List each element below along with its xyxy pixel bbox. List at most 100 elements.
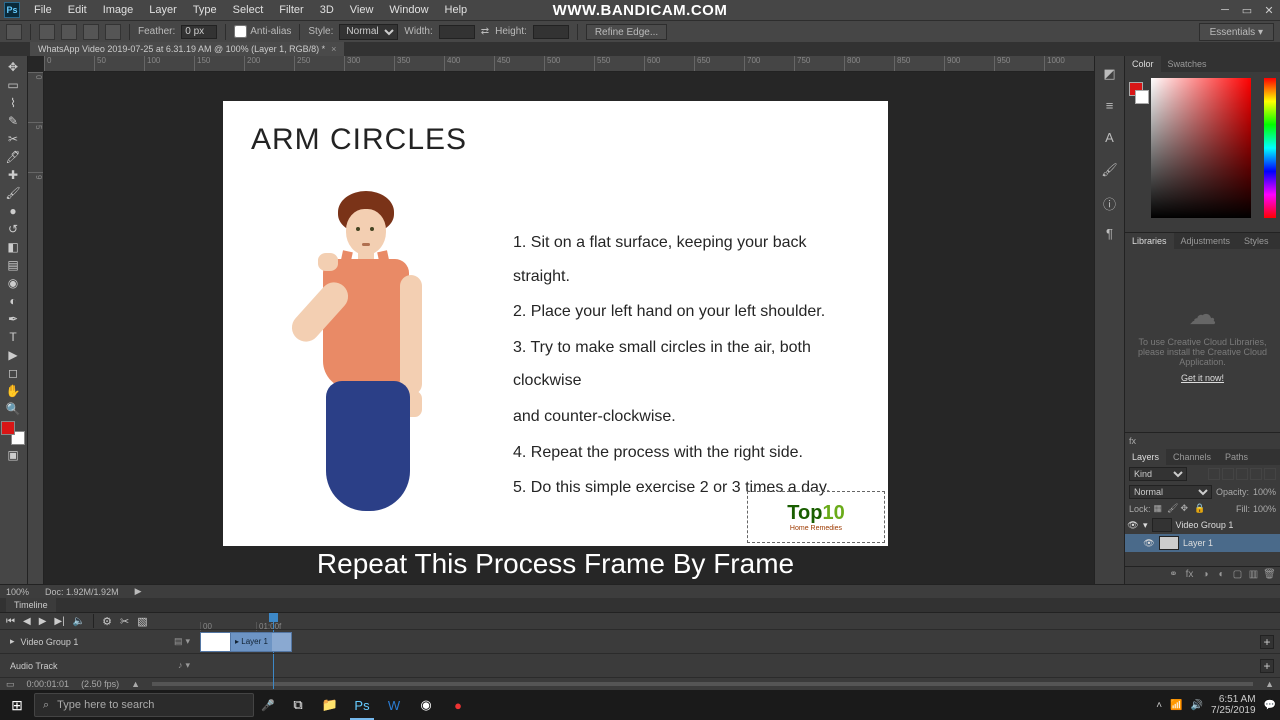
selection-intersect-icon[interactable]	[105, 24, 121, 40]
menu-layer[interactable]: Layer	[141, 4, 185, 16]
track-film-icon[interactable]: ▤	[174, 636, 183, 647]
status-expand-icon[interactable]: ▶	[135, 586, 142, 597]
menu-type[interactable]: Type	[185, 4, 225, 16]
foreground-background-color[interactable]	[0, 420, 26, 446]
menu-file[interactable]: File	[26, 4, 60, 16]
blend-mode-select[interactable]: Normal	[1129, 485, 1212, 499]
blur-tool-icon[interactable]: ◉	[0, 274, 26, 292]
color-saturation-value-field[interactable]	[1151, 78, 1251, 218]
healing-tool-icon[interactable]: ✚	[0, 166, 26, 184]
visibility-toggle-icon[interactable]: 👁	[1127, 520, 1139, 531]
action-center-icon[interactable]: 💬	[1264, 700, 1276, 711]
menu-image[interactable]: Image	[95, 4, 142, 16]
color-panel-tab[interactable]: Color	[1125, 56, 1161, 72]
marquee-selection[interactable]: Top10 Home Remedies	[747, 491, 885, 543]
opacity-value[interactable]: 100%	[1253, 487, 1276, 497]
paragraph-panel-icon[interactable]: ¶	[1100, 226, 1120, 244]
photoshop-taskbar-icon[interactable]: Ps	[346, 690, 378, 720]
lock-transparency-icon[interactable]: ▦	[1154, 503, 1165, 514]
document-tab[interactable]: WhatsApp Video 2019-07-25 at 6.31.19 AM …	[30, 42, 344, 56]
layer-style-icon[interactable]: fx	[1183, 569, 1196, 582]
link-layers-icon[interactable]: ⚭	[1167, 569, 1180, 582]
quick-select-tool-icon[interactable]: ✎	[0, 112, 26, 130]
layer-filter-kind[interactable]: Kind	[1129, 467, 1187, 481]
stamp-tool-icon[interactable]: ●	[0, 202, 26, 220]
taskbar-clock[interactable]: 6:51 AM 7/25/2019	[1211, 694, 1256, 716]
adjustments-panel-tab[interactable]: Adjustments	[1174, 233, 1238, 249]
quickmask-icon[interactable]: ▣	[0, 446, 26, 464]
start-button[interactable]: ⊞	[0, 697, 34, 714]
hand-tool-icon[interactable]: ✋	[0, 382, 26, 400]
get-it-now-link[interactable]: Get it now!	[1181, 373, 1224, 383]
feather-input[interactable]	[181, 25, 217, 39]
file-explorer-icon[interactable]: 📁	[314, 690, 346, 720]
track-audio-icon[interactable]: ♪	[178, 660, 183, 671]
fill-value[interactable]: 100%	[1253, 504, 1276, 514]
selection-add-icon[interactable]	[61, 24, 77, 40]
swatches-panel-tab[interactable]: Swatches	[1161, 56, 1214, 72]
layer-mask-icon[interactable]: ◑	[1199, 569, 1212, 582]
tray-network-icon[interactable]: 📶	[1170, 700, 1182, 711]
timeline-zoom-out-icon[interactable]: ▲	[131, 679, 140, 689]
tray-overflow-icon[interactable]: ˄	[1156, 700, 1162, 711]
menu-edit[interactable]: Edit	[60, 4, 95, 16]
lock-pixels-icon[interactable]: 🖌	[1167, 503, 1178, 514]
brush-panel-icon[interactable]: 🖌	[1100, 162, 1120, 180]
type-tool-icon[interactable]: T	[0, 328, 26, 346]
zoom-tool-icon[interactable]: 🔍	[0, 400, 26, 418]
canvas-area[interactable]: 0501001502002503003504004505005506006507…	[28, 56, 1094, 584]
prev-frame-icon[interactable]: ◀	[23, 616, 31, 627]
split-clip-icon[interactable]: ✂	[120, 615, 129, 628]
filter-shape-icon[interactable]	[1250, 468, 1262, 480]
window-close-button[interactable]: ✕	[1258, 0, 1280, 20]
paths-panel-tab[interactable]: Paths	[1218, 449, 1255, 465]
menu-select[interactable]: Select	[225, 4, 272, 16]
style-select[interactable]: Normal	[339, 24, 398, 40]
filter-pixel-icon[interactable]	[1208, 468, 1220, 480]
timeline-mode-icon[interactable]: ▭	[6, 679, 15, 690]
layers-panel-tab[interactable]: Layers	[1125, 449, 1166, 465]
lock-position-icon[interactable]: ✥	[1181, 503, 1192, 514]
refine-edge-button[interactable]: Refine Edge...	[586, 24, 667, 40]
new-layer-icon[interactable]: ▥	[1247, 569, 1260, 582]
channels-panel-tab[interactable]: Channels	[1166, 449, 1218, 465]
gradient-tool-icon[interactable]: ▤	[0, 256, 26, 274]
add-style-icon[interactable]: fx	[1129, 436, 1136, 446]
swap-wh-icon[interactable]: ⇄	[481, 26, 489, 37]
menu-view[interactable]: View	[342, 4, 382, 16]
task-view-icon[interactable]: ⧉	[282, 690, 314, 720]
mute-icon[interactable]: 🔈	[73, 616, 85, 627]
layer-row[interactable]: 👁 Layer 1	[1125, 534, 1280, 552]
timeline-zoom-slider[interactable]	[152, 682, 1253, 686]
filter-smart-icon[interactable]	[1264, 468, 1276, 480]
color-panel-fgbg[interactable]	[1129, 82, 1149, 104]
shape-tool-icon[interactable]: ◻	[0, 364, 26, 382]
tray-volume-icon[interactable]: 🔊	[1191, 700, 1203, 711]
antialias-checkbox[interactable]: Anti-alias	[234, 25, 291, 38]
track-expand-icon[interactable]: ▸	[10, 636, 15, 647]
lasso-tool-icon[interactable]: ⌇	[0, 94, 26, 112]
audio-track-row[interactable]: Audio Track ♪▾	[0, 653, 1280, 677]
properties-panel-icon[interactable]: ≡	[1100, 98, 1120, 116]
menu-help[interactable]: Help	[437, 4, 476, 16]
zoom-level[interactable]: 100%	[6, 587, 29, 597]
video-clip[interactable]: ▸ Layer 1	[200, 632, 292, 652]
bandicam-taskbar-icon[interactable]: ●	[442, 690, 474, 720]
info-panel-icon[interactable]: ⓘ	[1100, 194, 1120, 212]
delete-layer-icon[interactable]: 🗑	[1263, 569, 1276, 582]
libraries-panel-tab[interactable]: Libraries	[1125, 233, 1174, 249]
filter-type-icon[interactable]	[1236, 468, 1248, 480]
play-icon[interactable]: ▶	[39, 616, 47, 627]
pen-tool-icon[interactable]: ✒	[0, 310, 26, 328]
selection-subtract-icon[interactable]	[83, 24, 99, 40]
marquee-tool-preset-icon[interactable]	[6, 24, 22, 40]
visibility-toggle-icon[interactable]: 👁	[1143, 538, 1155, 549]
new-group-icon[interactable]: ▢	[1231, 569, 1244, 582]
lock-all-icon[interactable]: 🔒	[1194, 503, 1205, 514]
filter-adjust-icon[interactable]	[1222, 468, 1234, 480]
brush-tool-icon[interactable]: 🖌	[0, 184, 26, 202]
chrome-taskbar-icon[interactable]: ◉	[410, 690, 442, 720]
window-restore-button[interactable]: ▭	[1236, 0, 1258, 20]
menu-filter[interactable]: Filter	[271, 4, 311, 16]
history-brush-tool-icon[interactable]: ↺	[0, 220, 26, 238]
